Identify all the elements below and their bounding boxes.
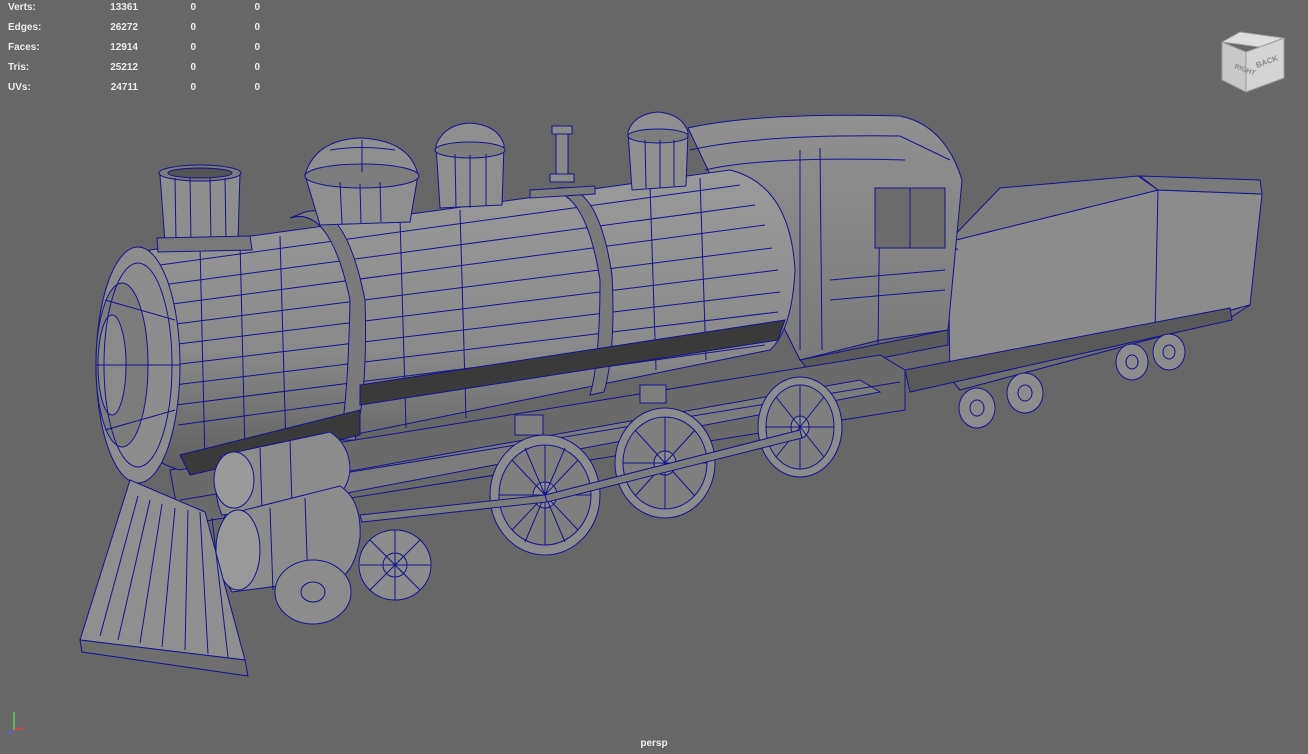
smokestack[interactable] [156, 164, 253, 253]
sand-dome[interactable] [627, 111, 689, 191]
steam-dome-2[interactable] [434, 122, 506, 209]
viewcube-icon[interactable]: RIGHT BACK [1218, 30, 1288, 94]
xyz-axis-icon [7, 712, 25, 735]
locomotive-mesh[interactable] [0, 0, 1308, 754]
smokebox-front[interactable] [95, 246, 181, 484]
camera-name-label: persp [640, 738, 668, 749]
persp-viewport[interactable]: Verts: 13361 0 0 Edges: 26272 0 0 Faces:… [0, 0, 1308, 754]
steam-dome-1[interactable] [304, 137, 420, 226]
